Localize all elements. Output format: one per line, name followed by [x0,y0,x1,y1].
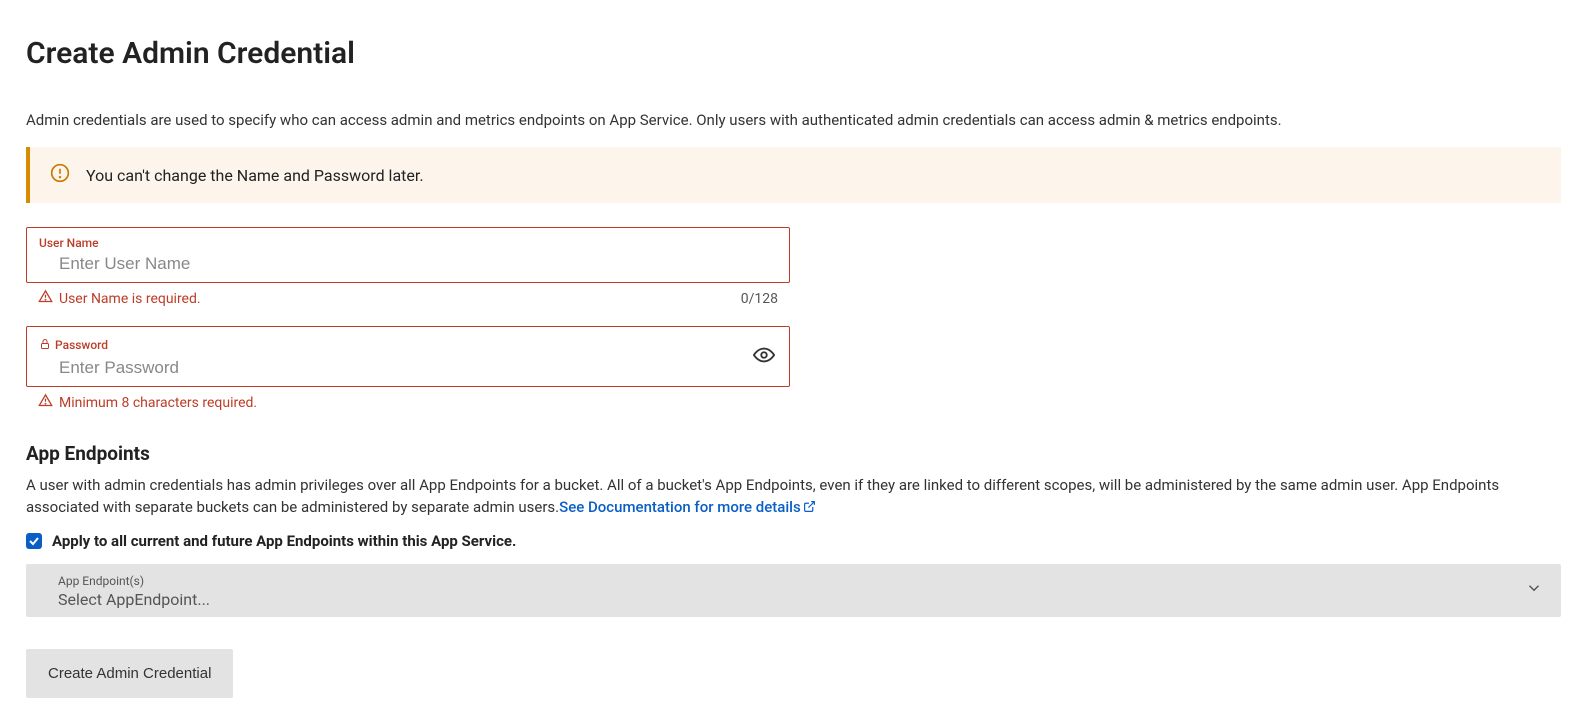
apply-all-label: Apply to all current and future App Endp… [52,532,516,550]
create-admin-credential-button[interactable]: Create Admin Credential [26,649,233,698]
username-input[interactable] [39,250,777,276]
username-label: User Name [39,236,99,250]
select-placeholder: Select AppEndpoint... [58,588,1545,609]
intro-text: Admin credentials are used to specify wh… [26,111,1561,129]
password-group: Password Minimum 8 characters required. [26,326,1561,412]
chevron-down-icon [1525,579,1543,601]
lock-icon [39,335,51,354]
username-group: User Name User Name is required. 0/128 [26,227,1561,308]
endpoints-heading: App Endpoints [26,442,1561,465]
select-label: App Endpoint(s) [58,574,1545,588]
password-label: Password [55,338,108,352]
alert-icon [38,393,53,412]
doc-link-text: See Documentation for more details [559,498,801,516]
warning-text: You can't change the Name and Password l… [86,166,424,185]
password-error: Minimum 8 characters required. [59,395,257,411]
username-counter: 0/128 [741,291,778,307]
warning-banner: You can't change the Name and Password l… [26,147,1561,203]
password-input[interactable] [39,354,777,380]
username-input-box[interactable]: User Name [26,227,790,283]
page-title: Create Admin Credential [26,36,1561,71]
username-error: User Name is required. [59,291,201,307]
eye-icon[interactable] [753,344,775,370]
warning-icon [50,163,70,187]
external-link-icon [803,498,816,520]
password-input-box[interactable]: Password [26,326,790,387]
endpoints-description: A user with admin credentials has admin … [26,475,1561,520]
app-endpoint-select[interactable]: App Endpoint(s) Select AppEndpoint... [26,564,1561,617]
documentation-link[interactable]: See Documentation for more details [559,498,816,516]
apply-all-row: Apply to all current and future App Endp… [26,532,1561,550]
alert-icon [38,289,53,308]
apply-all-checkbox[interactable] [26,533,42,549]
